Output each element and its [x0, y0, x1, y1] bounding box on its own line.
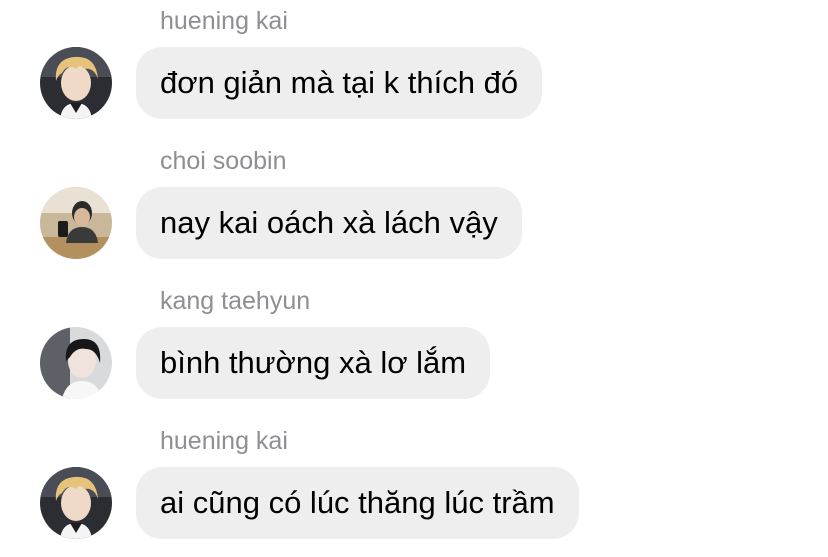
message-bubble[interactable]: đơn giản mà tại k thích đó	[136, 47, 543, 119]
message-bubble[interactable]: nay kai oách xà lách vậy	[136, 187, 522, 259]
avatar[interactable]	[40, 187, 112, 259]
sender-name: huening kai	[160, 7, 288, 35]
avatar[interactable]	[40, 327, 112, 399]
avatar-mirror-selfie-icon	[40, 187, 112, 259]
sender-name: choi soobin	[160, 147, 287, 175]
sender-name: kang taehyun	[160, 287, 311, 315]
message-text: ai cũng có lúc thăng lúc trầm	[160, 485, 555, 520]
message-bubble[interactable]: ai cũng có lúc thăng lúc trầm	[136, 467, 579, 539]
message-text: bình thường xà lơ lắm	[160, 345, 467, 380]
avatar-dark-hair-icon	[40, 327, 112, 399]
avatar[interactable]	[40, 467, 112, 539]
message-text: nay kai oách xà lách vậy	[160, 205, 498, 240]
avatar-blonde-hair-icon	[40, 467, 112, 539]
avatar[interactable]	[40, 47, 112, 119]
sender-name: huening kai	[160, 427, 288, 455]
message-text: đơn giản mà tại k thích đó	[160, 65, 519, 100]
message-bubble[interactable]: bình thường xà lơ lắm	[136, 327, 491, 399]
avatar-blonde-hair-icon	[40, 47, 112, 119]
